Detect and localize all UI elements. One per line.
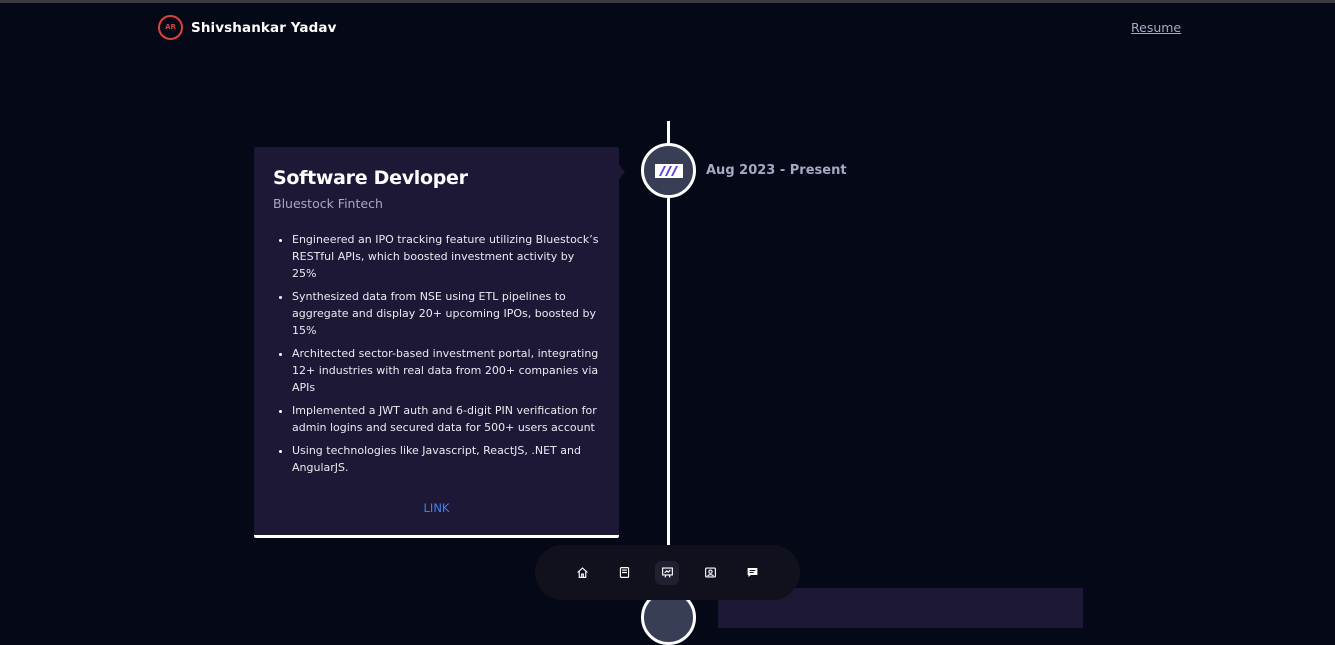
- experience-point: Implemented a JWT auth and 6-digit PIN v…: [292, 402, 600, 436]
- company-logo-icon: [654, 163, 683, 178]
- dock-experience-button[interactable]: [655, 560, 680, 585]
- logo-icon: AR: [158, 15, 183, 40]
- experience-point: Architected sector-based investment port…: [292, 345, 600, 396]
- logo-text: AR: [165, 23, 176, 31]
- presentation-icon: [662, 567, 673, 578]
- job-title: Software Devloper: [273, 167, 468, 189]
- book-icon: [620, 567, 630, 578]
- brand-name: Shivshankar Yadav: [191, 19, 337, 36]
- dock-projects-button[interactable]: [698, 561, 722, 585]
- project-link[interactable]: LINK: [254, 501, 619, 515]
- experience-point: Engineered an IPO tracking feature utili…: [292, 231, 600, 282]
- navbar: AR Shivshankar Yadav Resume: [0, 3, 1335, 53]
- company-name: Bluestock Fintech: [273, 196, 383, 211]
- dock-home-button[interactable]: [570, 561, 594, 585]
- experience-point: Synthesized data from NSE using ETL pipe…: [292, 288, 600, 339]
- card-pointer: [619, 165, 625, 179]
- dock-about-button[interactable]: [613, 561, 637, 585]
- brand-link[interactable]: AR Shivshankar Yadav: [158, 15, 337, 40]
- message-icon: [747, 568, 758, 577]
- experience-date: Aug 2023 - Present: [706, 163, 847, 178]
- contact-card-icon: [704, 567, 716, 578]
- experience-points: Engineered an IPO tracking feature utili…: [292, 231, 600, 476]
- bottom-dock: [535, 545, 800, 600]
- experience-card: Software Devloper Bluestock Fintech Engi…: [254, 147, 619, 538]
- resume-link[interactable]: Resume: [1131, 20, 1181, 35]
- timeline-icon-bubble: [641, 143, 696, 198]
- experience-point: Using technologies like Javascript, Reac…: [292, 442, 600, 476]
- dock-contact-button[interactable]: [741, 561, 765, 585]
- home-icon: [577, 567, 588, 578]
